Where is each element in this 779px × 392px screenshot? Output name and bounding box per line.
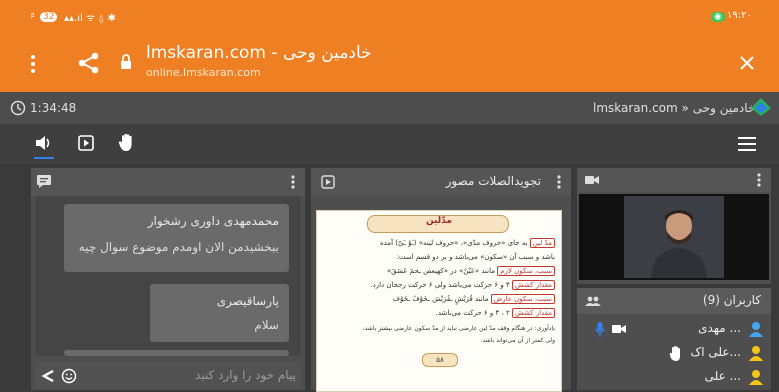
chat-message: [64, 350, 289, 356]
site-logo-icon: [750, 97, 772, 117]
doc-text: ۲ ، ۴ و ۶ حرکت می‌باشد.: [435, 309, 510, 317]
document-page: مدّلین مدّ لین به جای «حروف مدّی»، «حروف…: [316, 210, 562, 392]
document-options-icon[interactable]: [557, 175, 561, 189]
page-title[interactable]: lmskaran.com - خادمین وحی: [146, 43, 372, 63]
doc-tag: مدّ لین: [529, 238, 555, 248]
page-heading: مدّلین: [426, 216, 452, 226]
clock-icon: [10, 100, 26, 116]
users-title: کاربران (9): [702, 293, 761, 307]
raised-hand-icon: [669, 345, 683, 361]
doc-tag: مقدار کشش: [511, 280, 555, 290]
user-name: مهدی ...: [698, 321, 741, 335]
doc-line: مدّ لین به جای «حروف مدّی»، «حروف لینه» …: [379, 238, 555, 248]
emoji-icon[interactable]: [61, 368, 77, 384]
document-play-icon[interactable]: [321, 175, 335, 189]
video-feed[interactable]: [579, 194, 769, 280]
chat-message: محمدمهدی داوری رشخوار ببخشیدمن الان اومد…: [64, 204, 289, 272]
chat-options-icon[interactable]: [291, 175, 295, 189]
chat-icon: [37, 175, 51, 188]
user-row[interactable]: علی اک...: [577, 342, 771, 366]
breadcrumb[interactable]: lmskaran.com » خادمین وحی: [593, 101, 755, 115]
mic-icon[interactable]: [595, 322, 605, 338]
send-icon[interactable]: [41, 370, 55, 382]
users-panel-header: کاربران (9): [577, 288, 771, 314]
document-title: تجویدالصلات مصور: [445, 174, 541, 188]
doc-text: مانند «عَیْنٌ» در «کهیعص ـحمٓ عٓسٓقٓ»: [386, 267, 495, 275]
chat-input-bar: پیام خود را وارد کنید: [35, 362, 301, 390]
video-panel: [577, 168, 771, 284]
app-header: 1:34:48 lmskaran.com » خادمین وحی: [0, 92, 779, 125]
raise-hand-icon[interactable]: [118, 133, 136, 152]
browser-toolbar: lmskaran.com - خادمین وحی online.lmskara…: [0, 36, 779, 92]
status-left: ♯: [30, 11, 35, 22]
user-avatar-icon: [749, 345, 763, 361]
doc-line: ولی کمتر از آن می‌تواند باشد.: [480, 337, 555, 344]
chat-panel-header: [31, 168, 305, 196]
document-panel-header: تجویدالصلات مصور: [311, 168, 571, 196]
chat-input[interactable]: پیام خود را وارد کنید: [195, 368, 296, 382]
doc-line: سبب، سکون عارض مانند قُرَیْشٍ ـقُرَیْش ـ…: [392, 294, 555, 304]
user-row[interactable]: علی ...: [577, 366, 771, 390]
user-name: علی اک...: [690, 345, 741, 359]
status-bar: ♯ 32 ▴▴.ıl ᯤ ⍙ ✱ ◉ ۱۹:۲۰: [0, 0, 779, 36]
message-text: ببخشیدمن الان اومدم موضوع سوال چیه: [78, 240, 279, 254]
user-name: علی ...: [704, 369, 741, 383]
share-icon[interactable]: [78, 52, 100, 74]
session-timer: 1:34:48: [30, 101, 77, 115]
hamburger-menu-icon[interactable]: [738, 137, 756, 151]
toolbar: [0, 124, 779, 164]
message-author: پارساقیصری: [216, 294, 279, 308]
camera-icon: [585, 175, 599, 185]
status-time: ۱۹:۲۰: [727, 10, 752, 21]
doc-line: سبب، سکون لازم مانند «عَیْنٌ» در «کهیعص …: [386, 266, 555, 276]
message-author: محمدمهدی داوری رشخوار: [147, 214, 279, 228]
chat-panel: محمدمهدی داوری رشخوار ببخشیدمن الان اومد…: [31, 168, 305, 390]
user-avatar-icon: [749, 321, 763, 337]
user-avatar-icon: [749, 369, 763, 385]
doc-tag: سبب، سکون لازم: [497, 266, 555, 276]
menu-kebab-icon[interactable]: [30, 54, 36, 74]
status-badge: 32: [40, 12, 58, 22]
user-camera-icon[interactable]: [612, 324, 626, 334]
doc-tag: مقدار کشش: [511, 308, 555, 318]
doc-line: باشد و سبب آن «سکون» می‌باشد و بر دو قسم…: [396, 253, 555, 261]
active-tab-indicator: [34, 157, 54, 159]
doc-text: به جای «حروف مدّی»، «حروف لینه» (ـَوْ ـَ…: [379, 239, 528, 247]
users-panel: کاربران (9) مهدی ... علی اک... علی ...: [577, 288, 771, 390]
video-person-image: [649, 206, 709, 278]
chat-messages: محمدمهدی داوری رشخوار ببخشیدمن الان اومد…: [35, 196, 301, 356]
document-panel: تجویدالصلات مصور مدّلین مدّ لین به جای «…: [311, 168, 571, 392]
doc-line: مقدار کشش ۴ و ۶ حرکت می‌باشد ولی ۶ حرکت …: [370, 280, 555, 290]
page-number: ۵۸: [422, 353, 458, 367]
users-group-icon: [585, 296, 601, 306]
audio-icon[interactable]: [35, 135, 53, 151]
page-url[interactable]: online.lmskaran.com: [146, 66, 261, 79]
video-play-icon[interactable]: [78, 135, 94, 151]
chat-message: پارساقیصری سلام: [150, 284, 289, 342]
video-options-icon[interactable]: [757, 173, 761, 187]
doc-text: مانند قُرَیْشٍ ـقُرَیْش ـخَوْفٌ ـخَوْف: [392, 295, 489, 303]
doc-line: یادآوری: در هنگام وقف مدّ لین عارضی نبای…: [362, 325, 555, 332]
doc-tag: سبب، سکون عارض: [490, 294, 555, 304]
message-text: سلام: [254, 318, 279, 332]
doc-line: مقدار کشش ۲ ، ۴ و ۶ حرکت می‌باشد.: [435, 308, 555, 318]
close-icon[interactable]: [739, 55, 755, 71]
lock-icon: [120, 54, 132, 70]
video-panel-header: [577, 168, 771, 192]
battery-icon: ◉: [711, 12, 725, 22]
signal-icon: ▴▴.ıl ᯤ ⍙ ✱: [64, 13, 116, 24]
user-row[interactable]: مهدی ...: [577, 318, 771, 342]
doc-text: ۴ و ۶ حرکت می‌باشد ولی ۶ حرکت رجحان دارد…: [370, 281, 510, 289]
